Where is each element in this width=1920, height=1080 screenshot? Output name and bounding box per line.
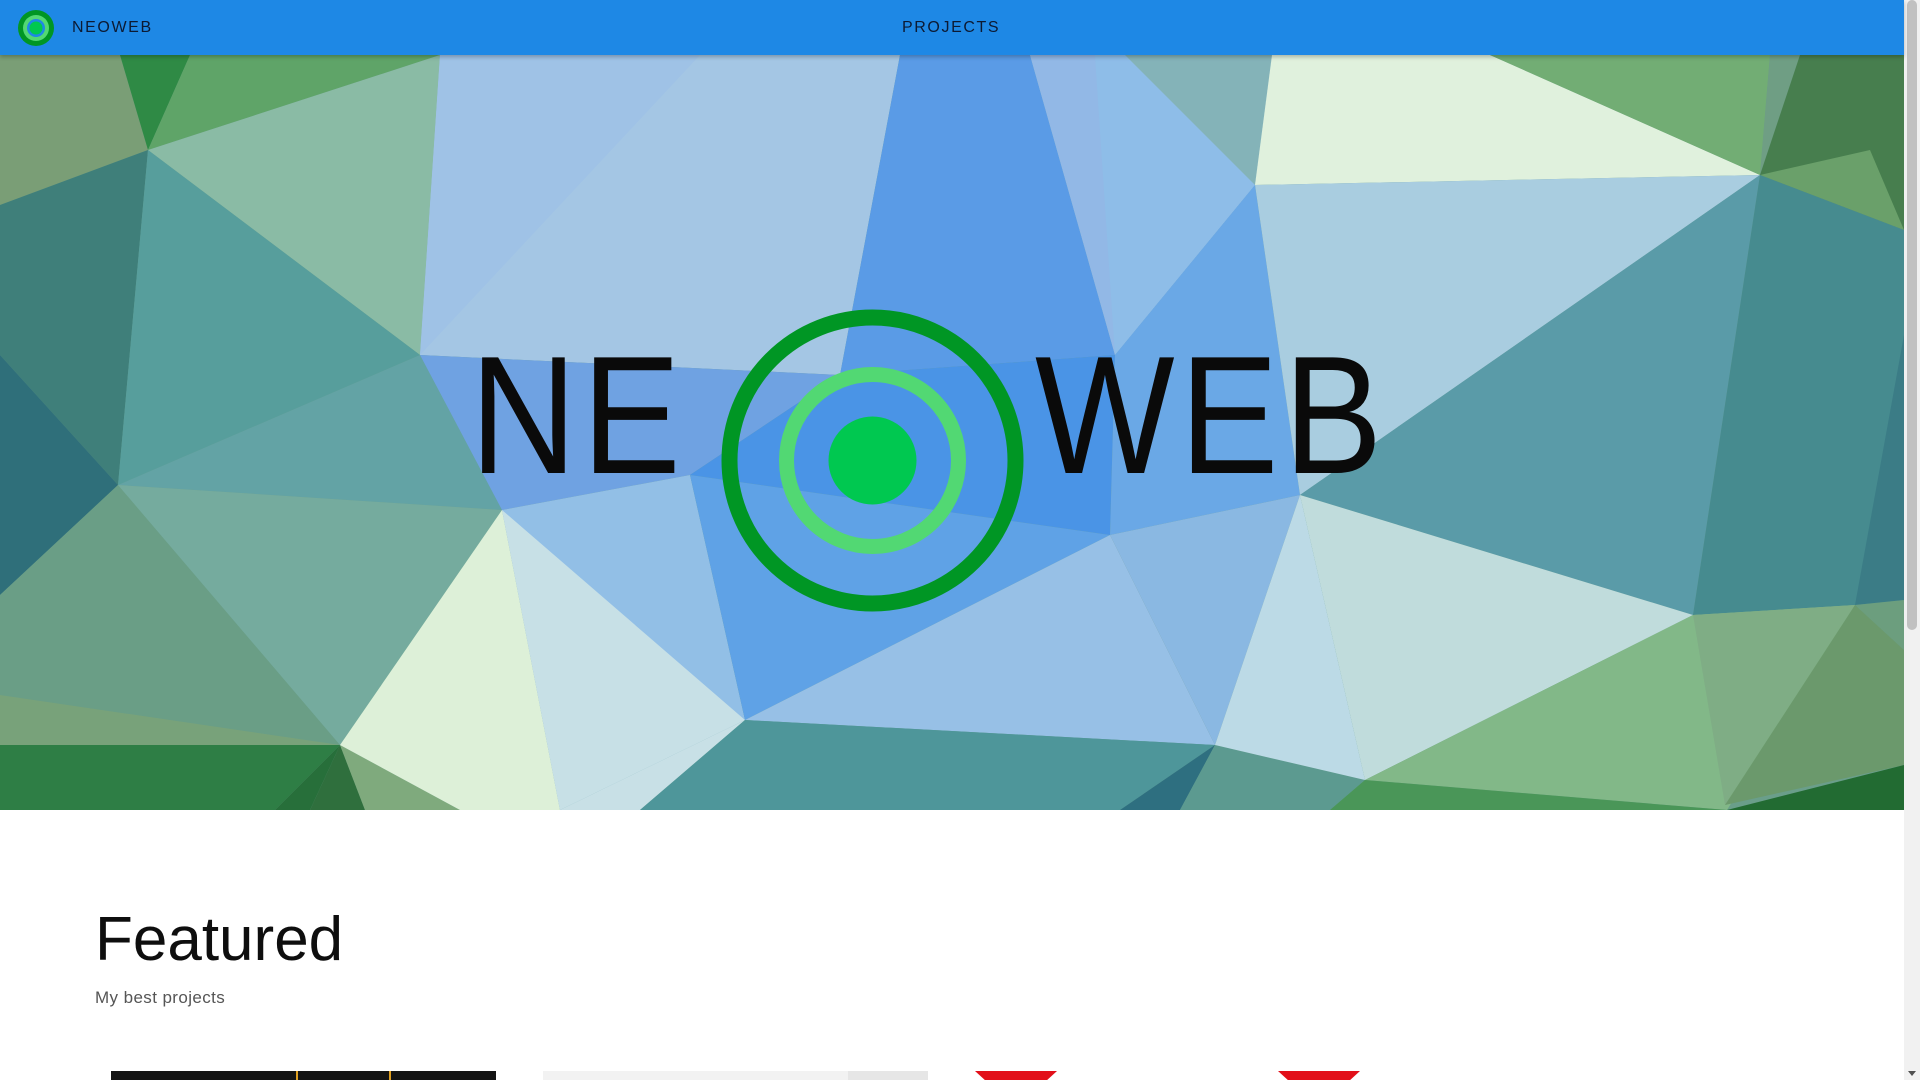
nav-link-projects[interactable]: PROJECTS [902,0,1000,55]
hero-word-ne: NE [470,321,686,509]
project-card-1[interactable] [111,1071,496,1080]
project-card-3[interactable] [975,1071,1057,1080]
scroll-down-arrow-icon[interactable] [1908,1071,1916,1076]
hero-word-web: WEB [1035,321,1388,509]
app-bar: NEOWEB PROJECTS [0,0,1904,55]
scrollbar-thumb[interactable] [1907,0,1917,630]
target-logo-icon[interactable] [17,9,55,47]
project-card-4[interactable] [1278,1071,1360,1080]
project-card-2[interactable] [543,1071,928,1080]
hero-banner: NE WEB [0,55,1904,810]
brand-name[interactable]: NEOWEB [72,0,153,55]
concentric-target-icon [721,309,1024,612]
card-1-detail [296,1071,298,1080]
card-1-detail-2 [389,1071,391,1080]
card-2-detail [848,1071,928,1080]
featured-subtitle: My best projects [95,988,226,1007]
featured-title: Featured [95,905,344,974]
page-scrollbar[interactable] [1904,0,1920,1080]
